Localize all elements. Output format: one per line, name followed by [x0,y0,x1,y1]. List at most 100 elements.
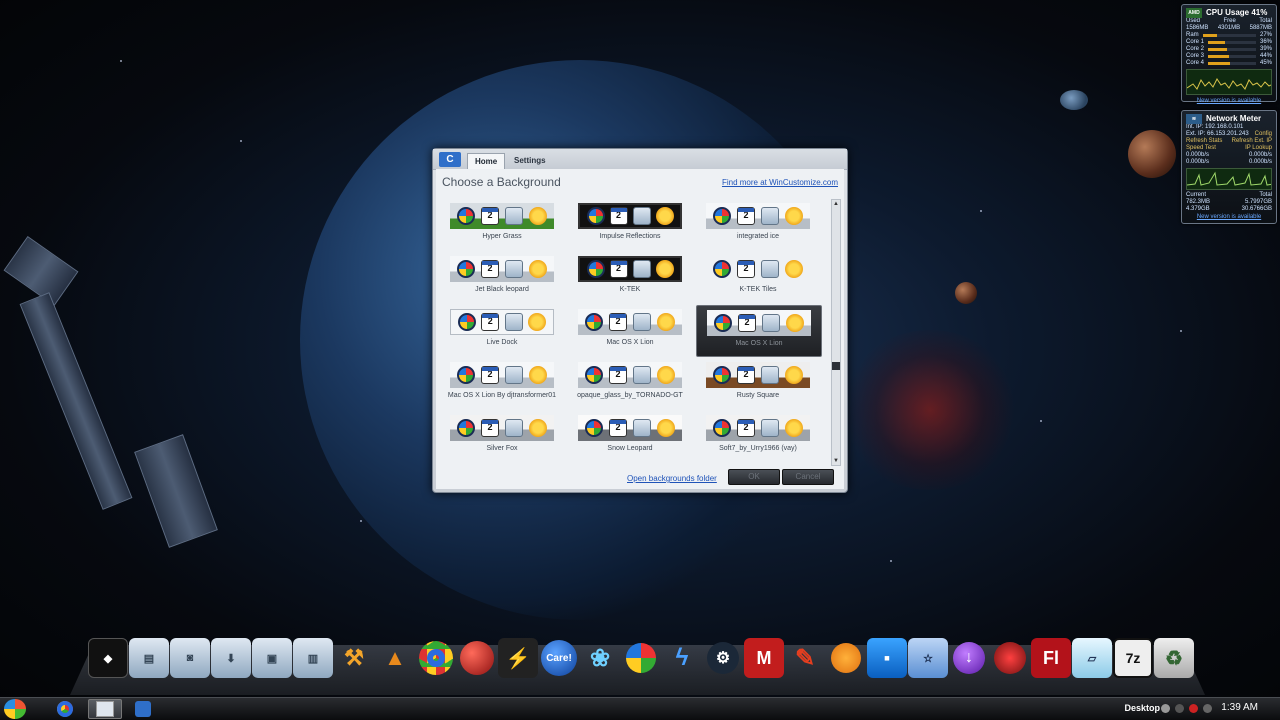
scroll-down-arrow-icon[interactable]: ▼ [832,457,840,465]
background-option[interactable]: 2 Snow Leopard [568,411,692,461]
refresh-ext-ip-link[interactable]: Refresh Ext. IP [1232,138,1272,145]
taskbar-chrome-button[interactable] [48,699,82,719]
tray-volume-icon[interactable] [1203,704,1212,713]
foobar-icon[interactable]: ◆ [88,638,128,678]
calendar-icon: 2 [609,260,628,278]
grid-scrollbar[interactable]: ▲ ▼ [831,199,841,466]
taskbar-clock[interactable]: 1:39 AM [1221,702,1258,713]
tray-flag-icon[interactable] [1189,704,1198,713]
wincustomize-link[interactable]: Find more at WinCustomize.com [722,178,838,187]
ip-lookup-link[interactable]: IP Lookup [1245,145,1272,152]
7zip-icon[interactable]: 7z [1113,638,1153,678]
folder-icon [633,313,651,331]
ok-button[interactable]: OK [728,469,780,485]
downloads-folder-icon[interactable]: ⬇ [211,638,251,678]
network-update-link[interactable]: New version is available [1182,213,1276,222]
background-option[interactable]: 2 Impulse Reflections [568,199,692,249]
music-folder-icon[interactable]: ▣ [252,638,292,678]
meter-label: Core 2 [1186,46,1205,52]
scroll-up-arrow-icon[interactable]: ▲ [832,200,840,208]
network-totals-up: 782.3MB 5.7997GB [1186,199,1272,205]
objectdock-app-icon[interactable]: C [439,152,461,167]
background-option[interactable]: 2 Silver Fox [440,411,564,461]
background-option[interactable]: 2 Hyper Grass [440,199,564,249]
recycle-bin-icon[interactable]: ♻ [1154,638,1194,678]
refresh-stats-link[interactable]: Refresh Stats [1186,138,1222,145]
weather-icon [529,419,547,437]
upload-rate: 0.000b/s 0.000b/s [1186,152,1272,158]
background-option[interactable]: 2 Jet Black leopard [440,252,564,302]
cpu-memory-values: 1586MB 4301MB 5887MB [1186,25,1272,31]
advanced-systemcare-icon[interactable]: Care! [539,638,579,678]
notes-icon[interactable]: ▱ [1072,638,1112,678]
wallpaper-red-glow [840,330,1020,490]
red-dial-icon[interactable] [990,638,1030,678]
media-center-icon[interactable] [621,638,661,678]
tray-arrow-icon[interactable] [1161,704,1170,713]
vlc-icon[interactable]: ▲ [375,638,415,678]
background-label: Rusty Square [736,392,780,399]
save-floppy-icon[interactable]: ▪ [867,638,907,678]
weather-icon [655,207,674,225]
winamp-icon[interactable]: ⚡ [498,638,538,678]
background-option[interactable]: 2 Soft7_by_Urry1966 (vay) [696,411,820,461]
background-option[interactable]: 2 Mac OS X Lion [696,305,822,357]
avast-icon[interactable] [826,638,866,678]
calendar-icon: 2 [609,313,627,331]
lightning-app-icon[interactable]: ϟ [662,638,702,678]
cpu-update-link[interactable]: New version is available [1182,97,1276,106]
weather-icon [529,260,547,278]
speed-test-link[interactable]: Speed Test [1186,145,1216,152]
red-sphere-icon[interactable] [457,638,497,678]
window-icon [96,701,114,717]
bittorrent-icon[interactable]: ↓ [949,638,989,678]
background-option[interactable]: 2 Mac OS X Lion [568,305,692,355]
documents-folder-icon[interactable]: ▤ [129,638,169,678]
desktop-toolbar-label[interactable]: Desktop [1124,703,1160,713]
windows-taskbar: Desktop 1:39 AM [0,697,1280,720]
windows-orb-icon [457,366,475,384]
applications-icon[interactable]: ⚒ [334,638,374,678]
windows-orb-icon [457,207,475,225]
background-option[interactable]: 2 integrated ice [696,199,820,249]
chrome-icon[interactable] [416,638,456,678]
background-label: Mac OS X Lion [735,340,783,347]
ccleaner-icon[interactable]: ✎ [785,638,825,678]
chrome-icon [57,701,73,717]
app-blue-icon[interactable]: ❀ [580,638,620,678]
notepad-icon[interactable]: ☆ [908,638,948,678]
background-label: Live Dock [486,339,518,346]
network-total-headers: Current Total [1186,192,1272,198]
start-button-windows-icon[interactable] [4,699,26,719]
desktop-dock: ◆ ▤ ◙ ⬇ ▣ ▥ ⚒ ▲ ⚡ Care! ❀ ϟ ⚙ M ✎ ▪ ☆ ↓ … [88,638,1194,678]
meter-bar [1208,41,1256,44]
background-option[interactable]: 2 K-TEK [568,252,692,302]
taskbar-explorer-button[interactable] [88,699,122,719]
background-option[interactable]: 2 Rusty Square [696,358,820,408]
steam-icon[interactable]: ⚙ [703,638,743,678]
flash-icon[interactable]: Fl [1031,638,1071,678]
config-button[interactable]: Config [1255,131,1272,138]
meter-bar [1208,48,1256,51]
taskbar-objectdock-button[interactable] [126,699,160,719]
background-option[interactable]: 2 opaque_glass_by_TORNADO-GT [568,358,692,408]
wallpaper-moon-small [955,282,977,304]
tray-network-icon[interactable] [1175,704,1184,713]
tab-home[interactable]: Home [467,153,506,170]
wallpaper-strut [19,292,133,510]
weather-icon [785,419,803,437]
tab-settings[interactable]: Settings [507,153,553,169]
scrollbar-thumb[interactable] [832,362,840,370]
open-backgrounds-folder-link[interactable]: Open backgrounds folder [627,474,717,483]
pictures-folder-icon[interactable]: ◙ [170,638,210,678]
background-option[interactable]: 2 Live Dock [440,305,564,355]
videos-folder-icon[interactable]: ▥ [293,638,333,678]
dialog-content: Choose a Background Find more at WinCust… [436,169,844,489]
background-label: integrated ice [736,233,780,240]
malwarebytes-icon[interactable]: M [744,638,784,678]
network-actions: Refresh Stats Refresh Ext. IP [1182,138,1276,145]
background-option[interactable]: 2 Mac OS X Lion By djtransformer01 [440,358,564,408]
cancel-button[interactable]: Cancel [782,469,834,485]
background-option[interactable]: 2 K-TEK Tiles [696,252,820,302]
folder-icon [762,314,780,332]
